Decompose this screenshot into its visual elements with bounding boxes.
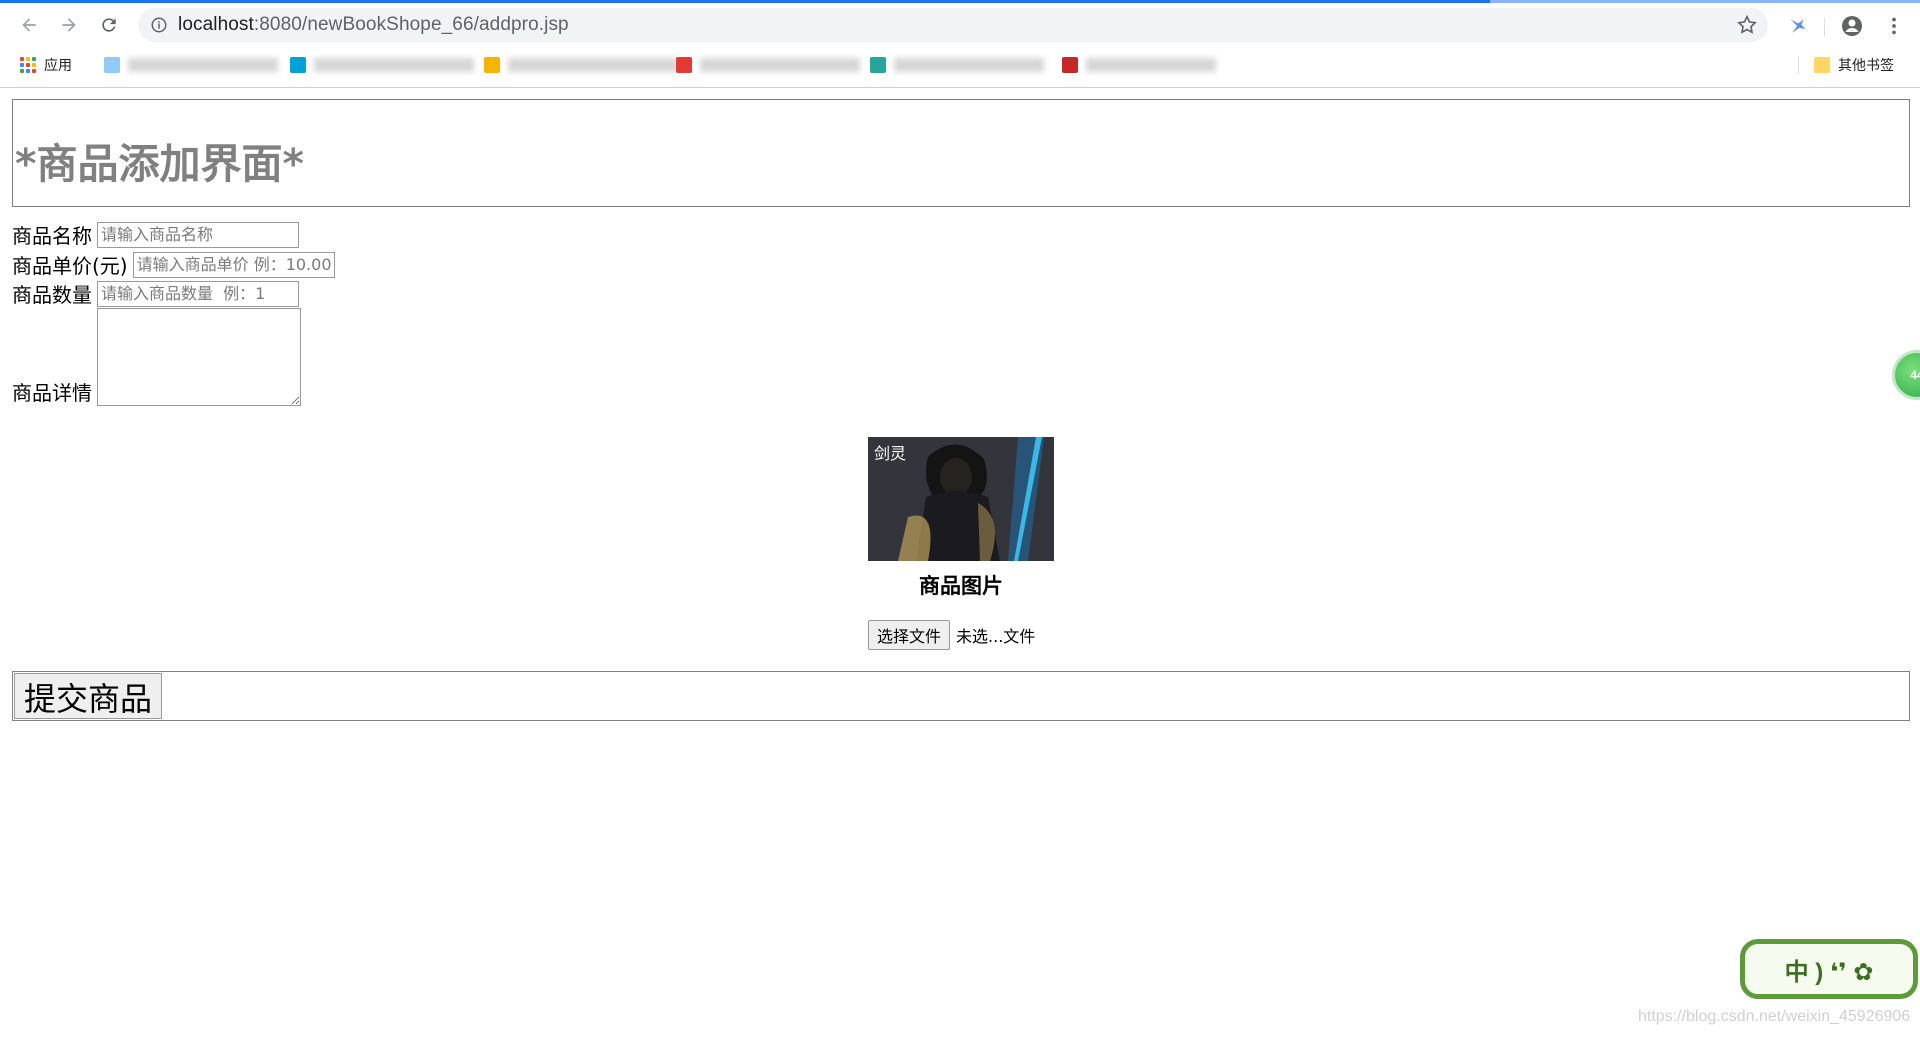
corner-decorative-widget[interactable]: 中 ) ❛❜ ✿: [1740, 939, 1918, 999]
url-text: localhost:8080/newBookShope_66/addpro.js…: [178, 14, 569, 36]
more-vert-icon: [1892, 17, 1896, 35]
page-content: *商品添加界面* 商品名称 商品单价(元) 商品数量 商品详情 剑灵 商品图片 …: [0, 88, 1920, 1040]
csdn-icon: [676, 57, 692, 73]
blurred-bookmark-label: [700, 58, 860, 72]
header-box: *商品添加界面*: [12, 99, 1910, 207]
blurred-bookmark-label: [894, 58, 1044, 72]
bookmark-item-6[interactable]: [1062, 54, 1216, 76]
field-label: 商品单价(元): [12, 254, 128, 278]
csdn-watermark: https://blog.csdn.net/weixin_45926906: [1638, 1008, 1911, 1025]
bookmark-apps[interactable]: 应用: [20, 54, 72, 76]
field-label: 商品名称: [12, 224, 92, 248]
bookmark-label: 应用: [44, 57, 72, 73]
product-name-input[interactable]: [97, 221, 299, 248]
extension-icon[interactable]: [1786, 14, 1810, 38]
profile-button[interactable]: [1840, 14, 1864, 38]
blurred-bookmark-label: [1086, 58, 1216, 72]
image-caption: 商品图片: [919, 574, 1003, 598]
bookmark-other-folder[interactable]: 其他书签: [1814, 54, 1894, 76]
bookmark-item-3[interactable]: [484, 54, 678, 76]
bookmark-favicon: [484, 57, 500, 73]
side-floating-widget[interactable]: 44: [1892, 350, 1920, 400]
address-bar[interactable]: localhost:8080/newBookShope_66/addpro.js…: [138, 8, 1768, 42]
submit-box: 提交商品: [12, 671, 1910, 721]
url-path: :8080/newBookShope_66/addpro.jsp: [253, 14, 569, 35]
browser-menu-button[interactable]: [1882, 14, 1906, 38]
arrow-left-icon: [22, 18, 36, 32]
field-row-name: 商品名称: [12, 220, 299, 249]
choose-file-button[interactable]: 选择文件: [868, 620, 951, 650]
bookmark-label: 其他书签: [1838, 57, 1894, 73]
bird-extension-icon: [1790, 19, 1806, 33]
corner-widget-text: 中 ) ❛❜ ✿: [1784, 958, 1874, 986]
browser-toolbar: localhost:8080/newBookShope_66/addpro.js…: [0, 4, 1920, 46]
browser-chrome: localhost:8080/newBookShope_66/addpro.js…: [0, 0, 1920, 88]
field-row-detail: 商品详情: [12, 308, 301, 406]
back-button[interactable]: [14, 10, 44, 40]
arrow-right-icon: [62, 18, 76, 32]
product-image-art: 剑灵: [868, 437, 1054, 561]
bilibili-icon: [290, 57, 306, 73]
toolbar-divider: [1824, 18, 1825, 36]
page-loading-bar: [0, 0, 1490, 3]
bookmark-favicon: [870, 57, 886, 73]
blurred-bookmark-label: [508, 58, 678, 72]
bookmark-star-icon[interactable]: [1736, 14, 1758, 36]
bookmark-item-bilibili[interactable]: [290, 54, 474, 76]
product-image: 剑灵: [868, 437, 1054, 561]
image-logo-text: 剑灵: [874, 444, 906, 463]
info-icon: [151, 17, 167, 33]
bookmark-item-4[interactable]: [676, 54, 860, 76]
field-label: 商品详情: [12, 381, 92, 405]
product-detail-textarea[interactable]: [97, 308, 301, 406]
bookmark-favicon: [104, 57, 120, 73]
bookmarks-divider: [1798, 56, 1799, 74]
bookmarks-bar: 应用 其他书签: [0, 50, 1920, 80]
product-quantity-input[interactable]: [97, 280, 299, 307]
reload-button[interactable]: [94, 10, 124, 40]
field-row-quantity: 商品数量: [12, 279, 299, 308]
folder-icon: [1814, 57, 1830, 73]
product-price-input[interactable]: [132, 251, 335, 278]
apps-grid-icon: [20, 57, 36, 73]
field-label: 商品数量: [12, 283, 92, 307]
account-circle-icon: [1842, 16, 1862, 36]
url-host: localhost: [178, 14, 254, 35]
bookmark-item-1[interactable]: [104, 54, 278, 76]
file-status-text: 未选...文件: [956, 627, 1036, 646]
submit-product-button[interactable]: 提交商品: [14, 673, 163, 719]
reload-icon: [102, 18, 116, 32]
side-widget-text: 44: [1910, 368, 1920, 382]
blurred-bookmark-label: [128, 58, 278, 72]
page-loading-bar-track: [1490, 0, 1920, 3]
file-upload-row: 选择文件 未选...文件: [868, 620, 1035, 650]
csdn-icon: [1062, 57, 1078, 73]
field-row-price: 商品单价(元): [12, 250, 335, 279]
page-title: *商品添加界面*: [15, 140, 304, 188]
bookmark-item-5[interactable]: [870, 54, 1044, 76]
blurred-bookmark-label: [314, 58, 474, 72]
forward-button[interactable]: [54, 10, 84, 40]
